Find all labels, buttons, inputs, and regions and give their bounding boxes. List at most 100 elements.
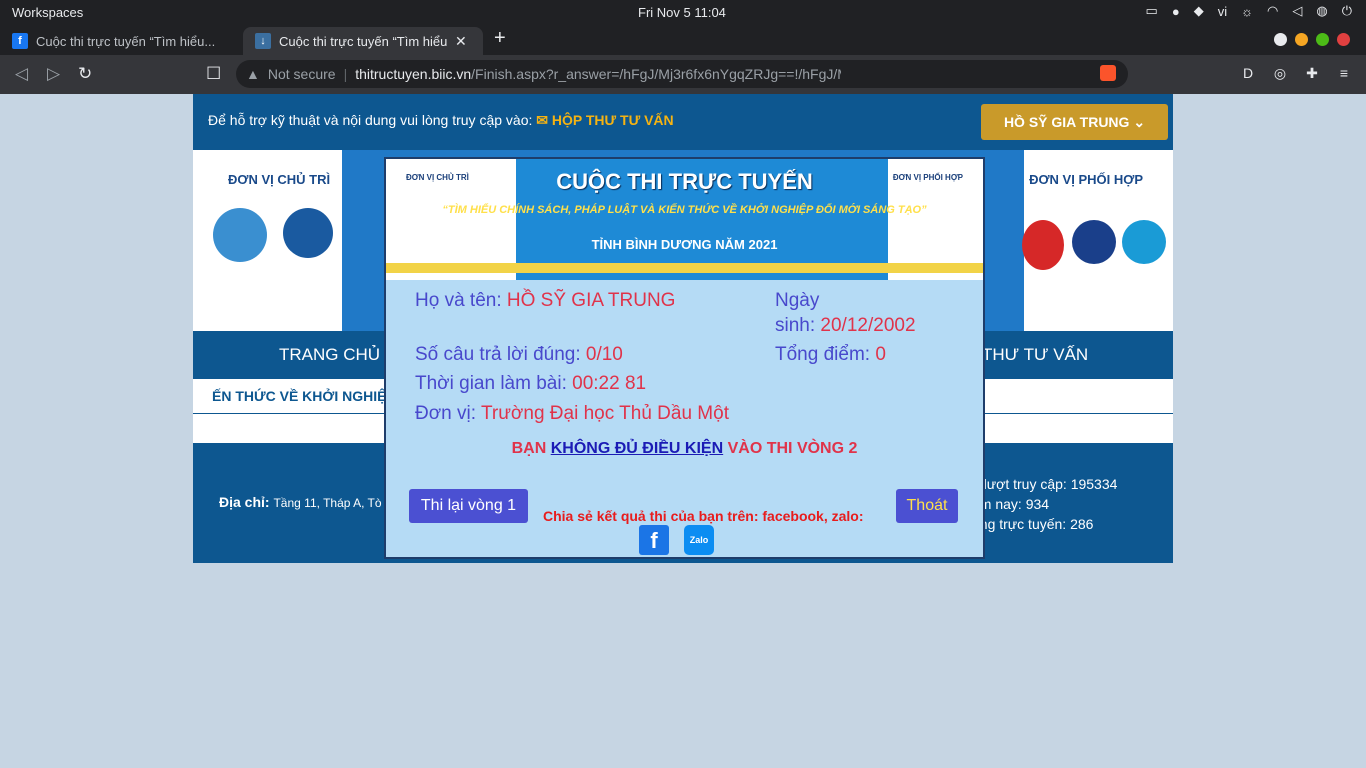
tab-active[interactable]: ↓ Cuộc thi trực tuyến “Tìm hiểu chí ✕ (243, 27, 483, 55)
time-label: Thời gian làm bài: (415, 373, 573, 394)
mail-icon: ✉ (536, 112, 552, 128)
screen-icon[interactable]: ▭ (1146, 3, 1158, 19)
correct-label: Số câu trả lời đúng: (415, 344, 586, 365)
browser-tab-bar: f Cuộc thi trực tuyến “Tìm hiểu... - Hội… (0, 25, 1366, 55)
os-top-bar: Workspaces Fri Nov 5 11:04 ▭ ● ◆ vi ☼ ◠ … (0, 0, 1366, 25)
share-text: Chia sẻ kết quả thi của bạn trên: facebo… (543, 508, 864, 524)
coop-logo-2 (1072, 220, 1116, 264)
result-prefix: BẠN (511, 440, 551, 457)
support-text: Để hỗ trợ kỹ thuật và nội dung vui lòng … (208, 112, 674, 129)
unit-label: Đơn vị: (415, 403, 481, 424)
total-value: 0 (875, 344, 886, 365)
header-subtitle: “TÌM HIỂU CHÍNH SÁCH, PHÁP LUẬT VÀ KIẾN … (442, 204, 927, 216)
dob-label-line-1: Ngày (775, 290, 820, 311)
result-dialog: ĐƠN VỊ CHỦ TRÌ ĐƠN VỊ PHỐI HỢP CUỘC THI … (384, 157, 985, 559)
zalo-share-icon[interactable]: Zalo (684, 525, 714, 555)
correct-value: 0/10 (585, 344, 623, 365)
tab-search-icon[interactable] (1274, 33, 1287, 46)
header-strip (386, 263, 983, 273)
close-tab-icon[interactable]: ✕ (455, 33, 467, 50)
extensions-area: D ◎ ✚ ≡ (1224, 65, 1352, 82)
site-top-bar: Để hỗ trợ kỹ thuật và nội dung vui lòng … (193, 94, 1173, 150)
banner-coop-label: ĐƠN VỊ PHỐI HỢP (1029, 172, 1143, 187)
clock[interactable]: Fri Nov 5 11:04 (638, 5, 726, 20)
user-menu-button[interactable]: HỒ SỸ GIA TRUNG ⌄ (981, 104, 1168, 140)
facebook-share-icon[interactable]: f (639, 525, 669, 555)
stat-today: ôm nay: 934 (972, 496, 1050, 512)
extensions-puzzle-icon[interactable]: ✚ (1304, 65, 1320, 82)
address-value: Tầng 11, Tháp A, Tò (273, 496, 382, 510)
menu-home[interactable]: TRANG CHỦ (279, 345, 380, 365)
facebook-favicon-icon: f (12, 33, 28, 49)
retry-button[interactable]: Thi lại vòng 1 (409, 489, 528, 523)
name-label: Họ và tên: (415, 290, 507, 311)
address-bar[interactable]: ▲ Not secure | thitructuyen.biic.vn /Fin… (236, 60, 1128, 88)
maximize-button[interactable] (1316, 33, 1329, 46)
footer-stats: ố lượt truy cập: 195334 ôm nay: 934 ang … (972, 474, 1117, 534)
result-message: BẠN KHÔNG ĐỦ ĐIỀU KIỆN VÀO THI VÒNG 2 (386, 440, 983, 458)
brave-shield-icon[interactable] (1100, 65, 1116, 81)
result-suffix: VÀO THI VÒNG 2 (723, 440, 858, 457)
brightness-icon[interactable]: ☼ (1241, 4, 1253, 19)
unit-row: Đơn vị: Trường Đại học Thủ Dầu Một (415, 403, 729, 425)
power-icon[interactable]: ⏻ (1342, 3, 1352, 19)
stat-total-visits: ố lượt truy cập: 195334 (972, 476, 1118, 492)
volume-icon[interactable]: ◁ (1292, 3, 1302, 19)
name-value: HỒ SỸ GIA TRUNG (506, 290, 676, 311)
total-label: Tổng điểm: (775, 344, 876, 365)
url-host: thitructuyen.biic.vn (355, 66, 472, 82)
page-favicon-icon: ↓ (255, 33, 271, 49)
dob-label-line-2: sinh: (775, 315, 821, 336)
minimize-button[interactable] (1295, 33, 1308, 46)
extension-d-icon[interactable]: D (1240, 65, 1256, 82)
total-row: Tổng điểm: 0 (775, 344, 886, 366)
new-tab-button[interactable]: + (494, 27, 506, 50)
system-tray: ▭ ● ◆ vi ☼ ◠ ◁ ◍ ⏻ (1146, 3, 1366, 19)
time-value: 00:22 81 (572, 373, 647, 394)
bird-icon[interactable]: ◆ (1194, 3, 1204, 19)
menu-icon[interactable]: ≡ (1336, 65, 1352, 82)
browser-toolbar: ◁ ▷ ↻ ☐ ▲ Not secure | thitructuyen.biic… (0, 55, 1366, 94)
wifi-icon[interactable]: ◠ (1267, 3, 1278, 19)
user-name: HỒ SỸ GIA TRUNG (1003, 114, 1130, 130)
footer-address: Địa chỉ: Tầng 11, Tháp A, Tò (219, 494, 382, 510)
tab-title: Cuộc thi trực tuyến “Tìm hiểu chí (279, 33, 449, 49)
url-path: /Finish.aspx?r_answer=/hFgJ/Mj3r6fx6nYgq… (471, 66, 842, 82)
dialog-header-banner: ĐƠN VỊ CHỦ TRÌ ĐƠN VỊ PHỐI HỢP CUỘC THI … (386, 159, 983, 280)
address-label: Địa chỉ: (219, 494, 270, 510)
tab-title: Cuộc thi trực tuyến “Tìm hiểu... - Hội (36, 33, 216, 49)
app-indicator-icon[interactable]: ● (1172, 4, 1180, 19)
language-indicator[interactable]: vi (1218, 4, 1227, 19)
header-province: TỈNH BÌNH DƯƠNG NĂM 2021 (591, 237, 778, 252)
coop-logo-1 (1022, 220, 1064, 270)
warning-icon: ▲ (246, 66, 260, 82)
forward-icon[interactable]: ▷ (47, 64, 60, 84)
bookmark-icon[interactable]: ☐ (206, 64, 221, 84)
exit-button[interactable]: Thoát (896, 489, 958, 523)
back-icon[interactable]: ◁ (15, 64, 28, 84)
result-link[interactable]: KHÔNG ĐỦ ĐIỀU KIỆN (551, 440, 723, 457)
dob-value: 20/12/2002 (820, 315, 916, 336)
reload-icon[interactable]: ↻ (78, 64, 92, 84)
time-row: Thời gian làm bài: 00:22 81 (415, 373, 646, 395)
unit-value: Trường Đại học Thủ Dầu Một (480, 403, 729, 424)
coop-logo-3 (1122, 220, 1166, 264)
tab-facebook[interactable]: f Cuộc thi trực tuyến “Tìm hiểu... - Hội (0, 27, 241, 55)
name-row: Họ và tên: HỒ SỸ GIA TRUNG (415, 290, 675, 312)
banner-host-label: ĐƠN VỊ CHỦ TRÌ (228, 172, 331, 187)
microphone-icon[interactable]: ◍ (1316, 3, 1327, 19)
host-logo-2 (283, 208, 333, 258)
header-title: CUỘC THI TRỰC TUYẾN (556, 169, 813, 194)
menu-advice[interactable]: THƯ TƯ VẤN (982, 345, 1088, 365)
close-window-button[interactable] (1337, 33, 1350, 46)
advice-link[interactable]: HỘP THƯ TƯ VẤN (552, 112, 674, 128)
workspaces-button[interactable]: Workspaces (12, 5, 83, 20)
extension-face-icon[interactable]: ◎ (1272, 65, 1288, 82)
url-divider: | (343, 66, 348, 82)
window-controls (1266, 33, 1350, 46)
support-label: Để hỗ trợ kỹ thuật và nội dung vui lòng … (208, 112, 533, 128)
marquee-text: ẾN THỨC VỀ KHỞI NGHIỆP Đ (212, 388, 410, 404)
correct-row: Số câu trả lời đúng: 0/10 (415, 344, 623, 366)
dob-row: Ngày sinh: 20/12/2002 (775, 290, 916, 337)
security-label: Not secure (267, 66, 336, 82)
